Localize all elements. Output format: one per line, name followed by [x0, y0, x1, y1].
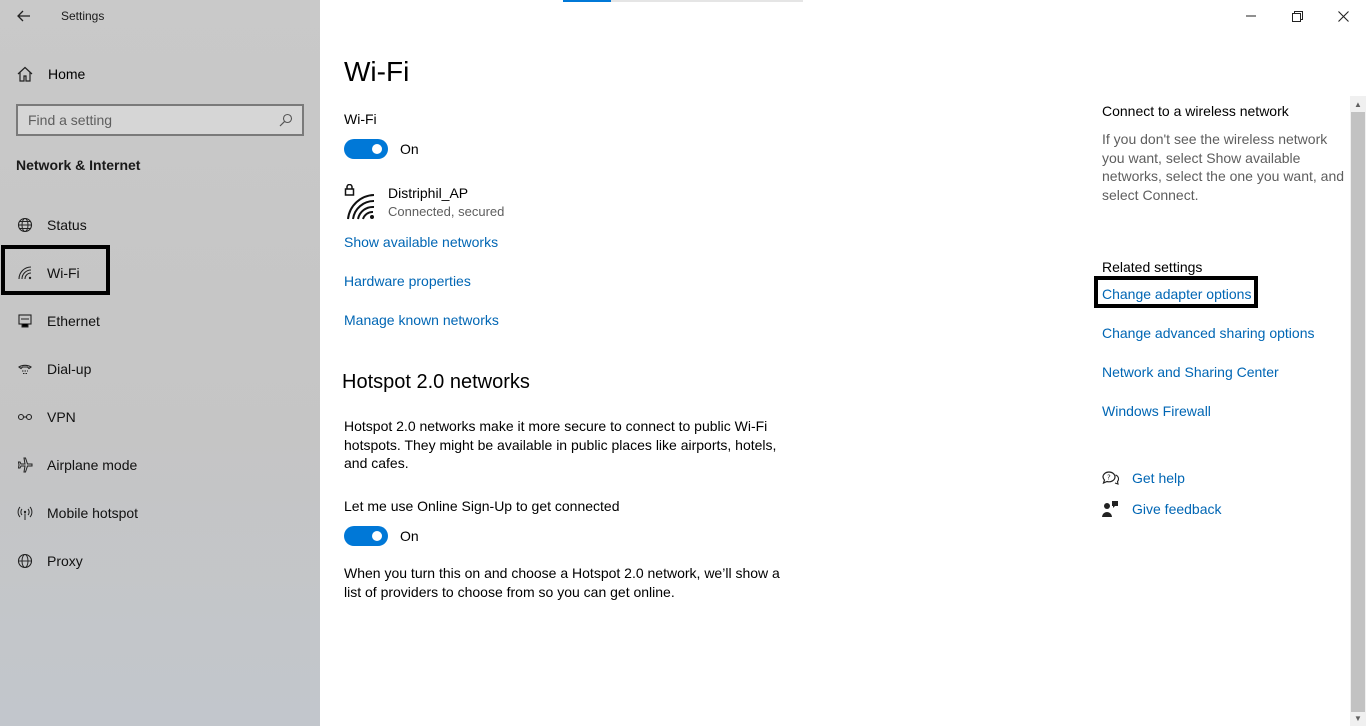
wifi-highlight-box [1, 245, 110, 295]
sidebar-item-vpn[interactable]: VPN [0, 397, 320, 437]
search-placeholder: Find a setting [28, 112, 113, 128]
sidebar-item-label: VPN [47, 409, 76, 425]
network-name: Distriphil_AP [388, 185, 469, 201]
page-title: Wi-Fi [344, 56, 410, 87]
hotspot-section-title: Hotspot 2.0 networks [342, 371, 530, 393]
back-arrow-icon [17, 10, 30, 22]
feedback-person-icon [1100, 499, 1120, 519]
change-advanced-sharing-link[interactable]: Change advanced sharing options [1102, 325, 1315, 341]
network-status: Connected, secured [388, 204, 505, 219]
sidebar-item-label: Proxy [47, 553, 83, 569]
ethernet-icon [16, 312, 34, 330]
wifi-toggle-state: On [400, 141, 419, 157]
connect-wireless-description: If you don't see the wireless network yo… [1102, 131, 1345, 203]
close-button[interactable] [1320, 0, 1366, 32]
online-signup-toggle-state: On [400, 528, 419, 544]
close-icon [1337, 10, 1349, 22]
wifi-secured-icon [344, 183, 378, 220]
proxy-globe-icon [16, 552, 34, 570]
sidebar-home-label: Home [48, 66, 86, 82]
main-content: Wi-Fi Wi-Fi On Distriphil_AP Connected, … [320, 0, 1350, 726]
related-settings-title: Related settings [1102, 259, 1203, 275]
hotspot-footer-text: When you turn this on and choose a Hotsp… [344, 565, 780, 600]
get-help-link[interactable]: Get help [1132, 470, 1185, 486]
sidebar-item-label: Dial-up [47, 361, 92, 377]
vertical-scrollbar[interactable]: ▲ ▼ [1350, 96, 1366, 726]
scroll-down-arrow-icon[interactable]: ▼ [1350, 710, 1366, 726]
give-feedback-link[interactable]: Give feedback [1132, 501, 1222, 517]
connected-network[interactable]: Distriphil_AP Connected, secured [344, 183, 505, 222]
wifi-label: Wi-Fi [344, 111, 377, 127]
sidebar: Settings Home Find a setting Network & I… [0, 0, 320, 726]
section-title: Network & Internet [16, 157, 141, 173]
show-available-networks-link[interactable]: Show available networks [344, 234, 498, 250]
home-icon [17, 66, 33, 82]
sidebar-item-airplane-mode[interactable]: Airplane mode [0, 445, 320, 485]
help-chat-icon: ? [1100, 468, 1120, 488]
online-signup-toggle[interactable] [344, 526, 388, 546]
wifi-toggle[interactable] [344, 139, 388, 159]
sidebar-item-label: Ethernet [47, 313, 100, 329]
search-input[interactable]: Find a setting [16, 104, 304, 136]
sidebar-item-label: Mobile hotspot [47, 505, 139, 521]
app-title: Settings [61, 9, 105, 23]
connect-wireless-title: Connect to a wireless network [1102, 103, 1289, 119]
svg-text:?: ? [1107, 474, 1111, 482]
minimize-icon [1246, 15, 1256, 17]
airplane-icon [16, 456, 34, 474]
vpn-icon [16, 408, 34, 426]
minimize-button[interactable] [1228, 0, 1274, 32]
sidebar-item-dialup[interactable]: Dial-up [0, 349, 320, 389]
sidebar-item-label: Status [47, 217, 87, 233]
status-globe-icon [16, 216, 34, 234]
hotspot-description: Hotspot 2.0 networks make it more secure… [344, 418, 777, 471]
sidebar-item-mobile-hotspot[interactable]: Mobile hotspot [0, 493, 320, 533]
back-button[interactable] [12, 4, 36, 28]
sidebar-item-label: Airplane mode [47, 457, 138, 473]
hardware-properties-link[interactable]: Hardware properties [344, 273, 471, 289]
sidebar-item-status[interactable]: Status [0, 205, 320, 245]
get-help-row[interactable]: ? Get help [1100, 468, 1185, 488]
dialup-icon [16, 360, 34, 378]
restore-button[interactable] [1274, 0, 1320, 32]
sidebar-item-proxy[interactable]: Proxy [0, 541, 320, 581]
hotspot-icon [16, 504, 34, 522]
manage-known-networks-link[interactable]: Manage known networks [344, 312, 499, 328]
restore-icon [1291, 10, 1303, 22]
give-feedback-row[interactable]: Give feedback [1100, 499, 1222, 519]
scrollbar-thumb[interactable] [1351, 112, 1365, 712]
online-signup-label: Let me use Online Sign-Up to get connect… [344, 498, 620, 514]
scroll-up-arrow-icon[interactable]: ▲ [1350, 96, 1366, 112]
sidebar-home[interactable]: Home [16, 62, 85, 86]
network-sharing-center-link[interactable]: Network and Sharing Center [1102, 364, 1279, 380]
windows-firewall-link[interactable]: Windows Firewall [1102, 403, 1211, 419]
search-icon[interactable] [276, 110, 296, 130]
header-accent-bar [563, 0, 803, 2]
adapter-options-highlight-box [1094, 276, 1258, 308]
sidebar-item-ethernet[interactable]: Ethernet [0, 301, 320, 341]
